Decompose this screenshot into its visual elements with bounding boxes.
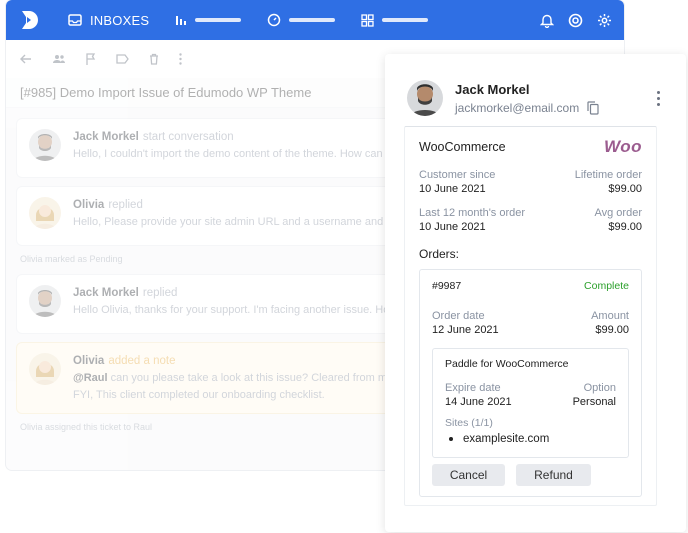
avatar — [29, 197, 61, 229]
app-logo-icon[interactable] — [18, 8, 42, 32]
order-date-value: 12 June 2021 — [432, 324, 499, 336]
message-body: Olivia added a note @Raul can you please … — [73, 353, 414, 404]
nav-inboxes[interactable]: INBOXES — [68, 13, 149, 28]
order-meta-row: Order date 12 June 2021 Amount $99.00 — [432, 310, 629, 344]
expire-date-value: 14 June 2021 — [445, 396, 512, 408]
status-badge: Complete — [584, 280, 629, 292]
message-text: Hello, I couldn't import the demo conten… — [73, 148, 404, 160]
customer-name: Jack Morkel — [455, 81, 530, 97]
customer-since-value: 10 June 2021 — [419, 183, 486, 195]
message-body: Olivia replied Hello, Please provide your… — [73, 197, 417, 231]
more-vertical-icon[interactable] — [179, 53, 182, 65]
woocommerce-header: WooCommerce Woo — [419, 127, 642, 167]
message-text: @Raul can you please take a look at this… — [73, 370, 414, 387]
avg-order-label: Avg order — [594, 207, 643, 219]
subscription-card: Paddle for WooCommerce Expire date 14 Ju… — [432, 348, 629, 458]
inbox-icon — [68, 14, 82, 26]
message-author: Jack Morkel — [73, 287, 139, 299]
message-author: Olivia — [73, 355, 105, 367]
subscription-meta-row: Expire date 14 June 2021 Option Personal — [445, 382, 616, 412]
customer-identity: Jack Morkel jackmorkel@email.com — [455, 82, 599, 115]
nav-apps[interactable] — [361, 13, 429, 27]
order-actions: Cancel Refund — [432, 464, 629, 486]
topbar-actions — [540, 13, 612, 28]
nav-placeholder-bar — [382, 18, 429, 22]
lifetime-order-value: $99.00 — [608, 183, 642, 195]
flag-icon[interactable] — [86, 53, 96, 65]
cancel-button[interactable]: Cancel — [432, 464, 505, 486]
woo-logo: Woo — [603, 137, 642, 156]
nav-reports[interactable] — [175, 14, 242, 26]
customer-avatar — [407, 80, 443, 116]
message-text: Hello Olivia, thanks for your support. I… — [73, 304, 412, 316]
last12-label: Last 12 month's order — [419, 207, 526, 219]
bell-icon[interactable] — [540, 13, 554, 28]
message-text: Hello, Please provide your site admin UR… — [73, 216, 418, 228]
order-id[interactable]: #9987 — [432, 280, 461, 308]
users-icon[interactable] — [52, 54, 66, 64]
avg-order-value: $99.00 — [608, 221, 642, 233]
copy-icon[interactable] — [587, 100, 599, 115]
nav-dashboard[interactable] — [267, 13, 336, 27]
message-body: Jack Morkel replied Hello Olivia, thanks … — [73, 285, 412, 319]
message-action: replied — [108, 199, 143, 211]
bullet — [449, 437, 453, 441]
last12-value: 10 June 2021 — [419, 221, 486, 233]
note-text: can you please take a look at this issue… — [107, 372, 414, 384]
message-author: Olivia — [73, 199, 105, 211]
bar-chart-icon — [176, 16, 187, 25]
subscription-title: Paddle for WooCommerce — [445, 358, 569, 370]
screen: INBOXES [#985] Demo Import Issue of Edum… — [0, 0, 688, 533]
avatar — [29, 129, 61, 161]
tag-icon[interactable] — [116, 54, 129, 64]
sites-label: Sites (1/1) — [445, 417, 493, 429]
order-stats-row: Last 12 month's order 10 June 2021 Avg o… — [419, 207, 642, 243]
order-card: #9987 Complete Order date 12 June 2021 A… — [419, 269, 642, 497]
mention[interactable]: @Raul — [73, 372, 108, 384]
nav-inboxes-label: INBOXES — [90, 12, 150, 28]
customer-email-row: jackmorkel@email.com — [455, 101, 599, 115]
amount-label: Amount — [591, 310, 629, 322]
expire-date-label: Expire date — [445, 382, 501, 394]
gauge-icon — [267, 13, 281, 27]
trash-icon[interactable] — [149, 53, 159, 65]
site-url[interactable]: examplesite.com — [463, 433, 549, 445]
option-label: Option — [583, 382, 616, 394]
more-options-icon[interactable] — [653, 87, 664, 110]
customer-stats-row: Customer since 10 June 2021 Lifetime ord… — [419, 169, 642, 205]
grid-icon — [361, 13, 374, 27]
message-action: added a note — [108, 355, 176, 367]
woocommerce-title: WooCommerce — [419, 140, 506, 154]
amount-value: $99.00 — [595, 324, 629, 336]
site-list-item: examplesite.com — [445, 433, 616, 445]
refund-button[interactable]: Refund — [516, 464, 591, 486]
option-value: Personal — [572, 396, 616, 408]
customer-panel: Jack Morkel jackmorkel@email.com WooComm… — [385, 54, 686, 532]
message-action: start conversation — [142, 131, 234, 143]
message-action: replied — [142, 287, 178, 299]
customer-email: jackmorkel@email.com — [455, 100, 580, 115]
orders-heading: Orders: — [419, 247, 460, 261]
note-text-line2: FYI, This client completed our onboardin… — [73, 389, 325, 401]
nav-placeholder-bar — [195, 18, 242, 22]
avatar — [29, 353, 61, 385]
gear-icon[interactable] — [597, 13, 612, 28]
nav-placeholder-bar — [289, 18, 336, 22]
support-icon[interactable] — [568, 13, 583, 28]
customer-since-label: Customer since — [419, 169, 496, 181]
woocommerce-card: WooCommerce Woo Customer since 10 June 2… — [404, 126, 657, 506]
order-date-label: Order date — [432, 310, 485, 322]
lifetime-order-label: Lifetime order — [574, 169, 642, 181]
back-arrow-icon[interactable] — [20, 54, 32, 64]
order-header: #9987 Complete — [432, 280, 629, 308]
customer-header: Jack Morkel jackmorkel@email.com — [385, 54, 686, 124]
message-body: Jack Morkel start conversation Hello, I c… — [73, 129, 403, 163]
avatar — [29, 285, 61, 317]
message-author: Jack Morkel — [73, 131, 139, 143]
top-navbar: INBOXES — [6, 0, 624, 40]
